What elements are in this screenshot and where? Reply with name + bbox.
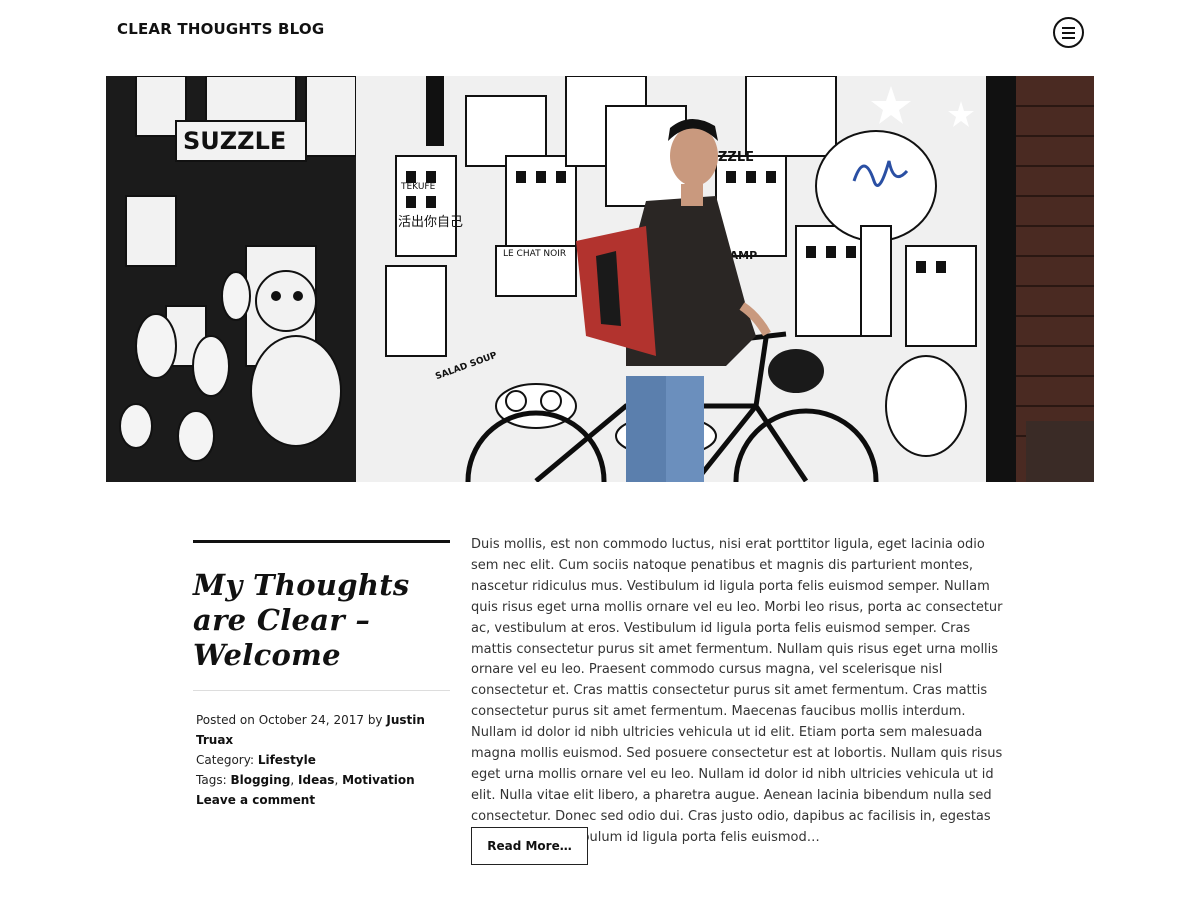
mural-shop-text: LE CHAT NOIR	[503, 249, 566, 259]
post-title[interactable]: My Thoughts are Clear – Welcome	[193, 568, 450, 673]
mural-sign-text-2: ZZLE	[718, 150, 754, 165]
tag-link-ideas[interactable]: Ideas	[298, 773, 334, 787]
post-date-link[interactable]: October 24, 2017	[259, 713, 364, 727]
mural-sign-text: SUZZLE	[183, 127, 286, 155]
post-comment-line: Leave a comment	[196, 790, 450, 810]
mural-sign-text-4: TEKUFE	[400, 182, 436, 192]
photo-cyclist-mural: SUZZLE TEKUFE 活出你自己 LE CHAT NOIR ZZLE WA…	[106, 76, 1094, 482]
category-link[interactable]: Lifestyle	[258, 753, 316, 767]
post-excerpt: Duis mollis, est non commodo luctus, nis…	[471, 537, 1003, 845]
post-category-line: Category: Lifestyle	[196, 750, 450, 770]
read-more-button[interactable]: Read More…	[471, 827, 588, 865]
menu-line-icon	[1062, 26, 1075, 29]
site-title[interactable]: CLEAR THOUGHTS BLOG	[117, 20, 324, 38]
tags-label: Tags:	[196, 773, 227, 787]
post-meta: Posted on October 24, 2017 by Justin Tru…	[193, 710, 450, 810]
tag-link-blogging[interactable]: Blogging	[230, 773, 290, 787]
post-date-line: Posted on October 24, 2017 by Justin Tru…	[196, 710, 450, 750]
featured-image[interactable]: SUZZLE TEKUFE 活出你自己 LE CHAT NOIR ZZLE WA…	[106, 76, 1094, 482]
mural-cjk-sign: 活出你自己	[398, 215, 463, 230]
post-header: My Thoughts are Clear – Welcome Posted o…	[193, 540, 450, 810]
title-divider	[193, 690, 450, 691]
posted-on-label: Posted on	[196, 713, 255, 727]
menu-line-icon	[1062, 31, 1075, 34]
post-tags-line: Tags: Blogging, Ideas, Motivation	[196, 773, 415, 787]
menu-toggle-button[interactable]	[1053, 17, 1084, 48]
tag-link-motivation[interactable]: Motivation	[342, 773, 415, 787]
leave-comment-link[interactable]: Leave a comment	[196, 793, 315, 807]
by-label: by	[367, 713, 383, 727]
menu-line-icon	[1062, 36, 1075, 39]
category-label: Category:	[196, 753, 254, 767]
